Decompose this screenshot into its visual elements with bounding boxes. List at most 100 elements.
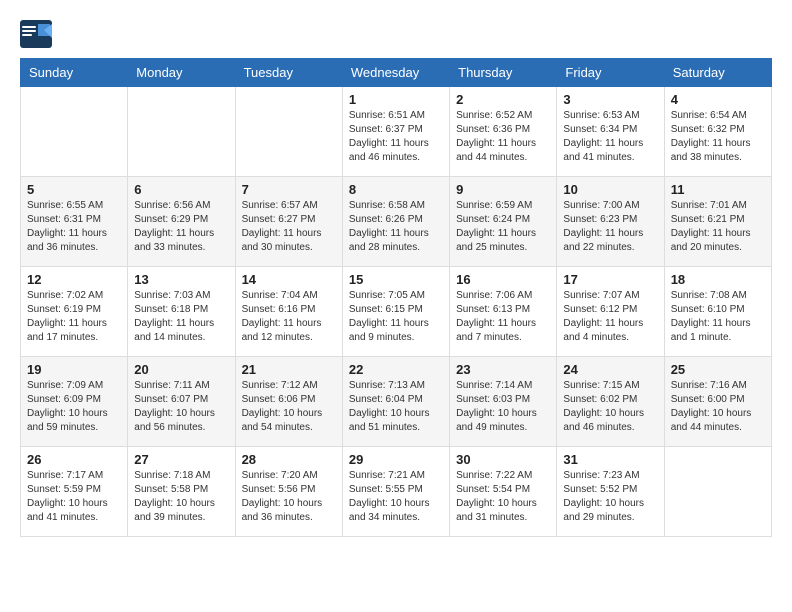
day-number: 18: [671, 272, 765, 287]
calendar-cell: 2 Sunrise: 6:52 AM Sunset: 6:36 PM Daylig…: [450, 87, 557, 177]
day-number: 27: [134, 452, 228, 467]
day-info: Sunrise: 7:02 AM Sunset: 6:19 PM Dayligh…: [27, 289, 121, 345]
calendar-cell: [128, 87, 235, 177]
page: SundayMondayTuesdayWednesdayThursdayFrid…: [0, 0, 792, 547]
calendar-cell: 8 Sunrise: 6:58 AM Sunset: 6:26 PM Daylig…: [342, 177, 449, 267]
day-number: 14: [242, 272, 336, 287]
day-info: Sunrise: 6:57 AM Sunset: 6:27 PM Dayligh…: [242, 199, 336, 255]
weekday-header-tuesday: Tuesday: [235, 59, 342, 87]
calendar-cell: 18 Sunrise: 7:08 AM Sunset: 6:10 PM Dayli…: [664, 267, 771, 357]
day-number: 30: [456, 452, 550, 467]
calendar-cell: 15Sunrise: 7:05 AM Sunset: 6:15 PM Dayli…: [342, 267, 449, 357]
calendar-cell: [21, 87, 128, 177]
day-info: Sunrise: 7:15 AM Sunset: 6:02 PM Dayligh…: [563, 379, 657, 435]
calendar-cell: 26Sunrise: 7:17 AM Sunset: 5:59 PM Dayli…: [21, 447, 128, 537]
calendar-cell: 10 Sunrise: 7:00 AM Sunset: 6:23 PM Dayli…: [557, 177, 664, 267]
day-info: Sunrise: 7:23 AM Sunset: 5:52 PM Dayligh…: [563, 469, 657, 525]
day-number: 12: [27, 272, 121, 287]
day-info: Sunrise: 7:03 AM Sunset: 6:18 PM Dayligh…: [134, 289, 228, 345]
day-number: 5: [27, 182, 121, 197]
day-number: 20: [134, 362, 228, 377]
weekday-header-monday: Monday: [128, 59, 235, 87]
week-row-5: 26Sunrise: 7:17 AM Sunset: 5:59 PM Dayli…: [21, 447, 772, 537]
calendar-cell: 5 Sunrise: 6:55 AM Sunset: 6:31 PM Daylig…: [21, 177, 128, 267]
day-info: Sunrise: 7:20 AM Sunset: 5:56 PM Dayligh…: [242, 469, 336, 525]
calendar-cell: [664, 447, 771, 537]
day-info: Sunrise: 7:06 AM Sunset: 6:13 PM Dayligh…: [456, 289, 550, 345]
day-number: 11: [671, 182, 765, 197]
calendar-cell: 12 Sunrise: 7:02 AM Sunset: 6:19 PM Dayli…: [21, 267, 128, 357]
day-number: 25: [671, 362, 765, 377]
day-info: Sunrise: 6:52 AM Sunset: 6:36 PM Dayligh…: [456, 109, 550, 165]
calendar: SundayMondayTuesdayWednesdayThursdayFrid…: [20, 58, 772, 537]
day-number: 19: [27, 362, 121, 377]
weekday-header-saturday: Saturday: [664, 59, 771, 87]
day-info: Sunrise: 7:16 AM Sunset: 6:00 PM Dayligh…: [671, 379, 765, 435]
day-info: Sunrise: 7:11 AM Sunset: 6:07 PM Dayligh…: [134, 379, 228, 435]
calendar-cell: 23 Sunrise: 7:14 AM Sunset: 6:03 PM Dayli…: [450, 357, 557, 447]
day-info: Sunrise: 7:13 AM Sunset: 6:04 PM Dayligh…: [349, 379, 443, 435]
weekday-header-friday: Friday: [557, 59, 664, 87]
calendar-cell: 25 Sunrise: 7:16 AM Sunset: 6:00 PM Dayli…: [664, 357, 771, 447]
day-number: 28: [242, 452, 336, 467]
calendar-cell: 16 Sunrise: 7:06 AM Sunset: 6:13 PM Dayli…: [450, 267, 557, 357]
day-info: Sunrise: 6:51 AM Sunset: 6:37 PM Dayligh…: [349, 109, 443, 165]
day-number: 6: [134, 182, 228, 197]
weekday-header-thursday: Thursday: [450, 59, 557, 87]
day-number: 10: [563, 182, 657, 197]
day-number: 17: [563, 272, 657, 287]
logo: [20, 20, 56, 48]
calendar-cell: 7 Sunrise: 6:57 AM Sunset: 6:27 PM Daylig…: [235, 177, 342, 267]
calendar-cell: 30Sunrise: 7:22 AM Sunset: 5:54 PM Dayli…: [450, 447, 557, 537]
calendar-cell: [235, 87, 342, 177]
calendar-cell: 31Sunrise: 7:23 AM Sunset: 5:52 PM Dayli…: [557, 447, 664, 537]
day-number: 3: [563, 92, 657, 107]
day-number: 7: [242, 182, 336, 197]
day-number: 23: [456, 362, 550, 377]
day-info: Sunrise: 6:59 AM Sunset: 6:24 PM Dayligh…: [456, 199, 550, 255]
day-number: 22: [349, 362, 443, 377]
calendar-cell: 24Sunrise: 7:15 AM Sunset: 6:02 PM Dayli…: [557, 357, 664, 447]
weekday-header-wednesday: Wednesday: [342, 59, 449, 87]
calendar-cell: 9 Sunrise: 6:59 AM Sunset: 6:24 PM Daylig…: [450, 177, 557, 267]
day-info: Sunrise: 6:54 AM Sunset: 6:32 PM Dayligh…: [671, 109, 765, 165]
day-info: Sunrise: 7:00 AM Sunset: 6:23 PM Dayligh…: [563, 199, 657, 255]
calendar-cell: 6Sunrise: 6:56 AM Sunset: 6:29 PM Daylig…: [128, 177, 235, 267]
calendar-cell: 1 Sunrise: 6:51 AM Sunset: 6:37 PM Daylig…: [342, 87, 449, 177]
day-number: 9: [456, 182, 550, 197]
calendar-cell: 29Sunrise: 7:21 AM Sunset: 5:55 PM Dayli…: [342, 447, 449, 537]
day-info: Sunrise: 7:21 AM Sunset: 5:55 PM Dayligh…: [349, 469, 443, 525]
day-number: 1: [349, 92, 443, 107]
calendar-cell: 11Sunrise: 7:01 AM Sunset: 6:21 PM Dayli…: [664, 177, 771, 267]
day-info: Sunrise: 7:18 AM Sunset: 5:58 PM Dayligh…: [134, 469, 228, 525]
calendar-cell: 4Sunrise: 6:54 AM Sunset: 6:32 PM Daylig…: [664, 87, 771, 177]
day-info: Sunrise: 6:53 AM Sunset: 6:34 PM Dayligh…: [563, 109, 657, 165]
day-info: Sunrise: 7:14 AM Sunset: 6:03 PM Dayligh…: [456, 379, 550, 435]
day-info: Sunrise: 7:04 AM Sunset: 6:16 PM Dayligh…: [242, 289, 336, 345]
day-info: Sunrise: 6:55 AM Sunset: 6:31 PM Dayligh…: [27, 199, 121, 255]
week-row-2: 5 Sunrise: 6:55 AM Sunset: 6:31 PM Daylig…: [21, 177, 772, 267]
calendar-cell: 21Sunrise: 7:12 AM Sunset: 6:06 PM Dayli…: [235, 357, 342, 447]
calendar-cell: 19 Sunrise: 7:09 AM Sunset: 6:09 PM Dayli…: [21, 357, 128, 447]
day-number: 26: [27, 452, 121, 467]
day-info: Sunrise: 7:09 AM Sunset: 6:09 PM Dayligh…: [27, 379, 121, 435]
calendar-cell: 28 Sunrise: 7:20 AM Sunset: 5:56 PM Dayli…: [235, 447, 342, 537]
calendar-cell: 17 Sunrise: 7:07 AM Sunset: 6:12 PM Dayli…: [557, 267, 664, 357]
day-info: Sunrise: 6:58 AM Sunset: 6:26 PM Dayligh…: [349, 199, 443, 255]
day-number: 15: [349, 272, 443, 287]
week-row-4: 19 Sunrise: 7:09 AM Sunset: 6:09 PM Dayli…: [21, 357, 772, 447]
weekday-header-row: SundayMondayTuesdayWednesdayThursdayFrid…: [21, 59, 772, 87]
day-info: Sunrise: 7:07 AM Sunset: 6:12 PM Dayligh…: [563, 289, 657, 345]
day-number: 16: [456, 272, 550, 287]
calendar-cell: 14 Sunrise: 7:04 AM Sunset: 6:16 PM Dayli…: [235, 267, 342, 357]
calendar-cell: 22 Sunrise: 7:13 AM Sunset: 6:04 PM Dayli…: [342, 357, 449, 447]
calendar-cell: 13 Sunrise: 7:03 AM Sunset: 6:18 PM Dayli…: [128, 267, 235, 357]
logo-icon: [20, 20, 52, 48]
header: [20, 20, 772, 48]
day-number: 2: [456, 92, 550, 107]
day-info: Sunrise: 7:08 AM Sunset: 6:10 PM Dayligh…: [671, 289, 765, 345]
calendar-cell: 27 Sunrise: 7:18 AM Sunset: 5:58 PM Dayli…: [128, 447, 235, 537]
day-number: 13: [134, 272, 228, 287]
day-number: 8: [349, 182, 443, 197]
day-info: Sunrise: 7:12 AM Sunset: 6:06 PM Dayligh…: [242, 379, 336, 435]
